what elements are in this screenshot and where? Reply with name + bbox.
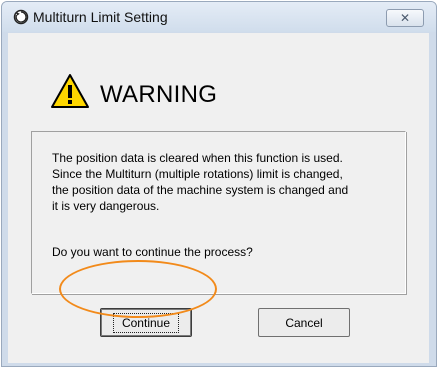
message-panel: The position data is cleared when this f… bbox=[31, 131, 406, 294]
confirmation-question: Do you want to continue the process? bbox=[52, 245, 253, 259]
rotation-icon bbox=[13, 9, 29, 25]
close-icon: ✕ bbox=[399, 11, 411, 25]
message-line: The position data is cleared when this f… bbox=[52, 151, 343, 165]
warning-triangle-icon bbox=[51, 74, 89, 108]
message-line: it is very dangerous. bbox=[52, 199, 160, 213]
message-line: Since the Multiturn (multiple rotations)… bbox=[52, 167, 343, 181]
warning-heading: WARNING bbox=[100, 81, 218, 108]
dialog-body: WARNING The position data is cleared whe… bbox=[8, 33, 429, 363]
cancel-button[interactable]: Cancel bbox=[258, 308, 350, 337]
close-button[interactable]: ✕ bbox=[386, 9, 424, 27]
window-title: Multiturn Limit Setting bbox=[33, 9, 168, 25]
cancel-button-label: Cancel bbox=[285, 315, 323, 330]
message-line: the position data of the machine system … bbox=[52, 183, 349, 197]
dialog-window: Multiturn Limit Setting ✕ WARNING The po… bbox=[1, 1, 437, 367]
title-bar[interactable]: Multiturn Limit Setting ✕ bbox=[2, 2, 436, 32]
continue-button-label: Continue bbox=[112, 312, 180, 333]
continue-button[interactable]: Continue bbox=[100, 308, 192, 337]
